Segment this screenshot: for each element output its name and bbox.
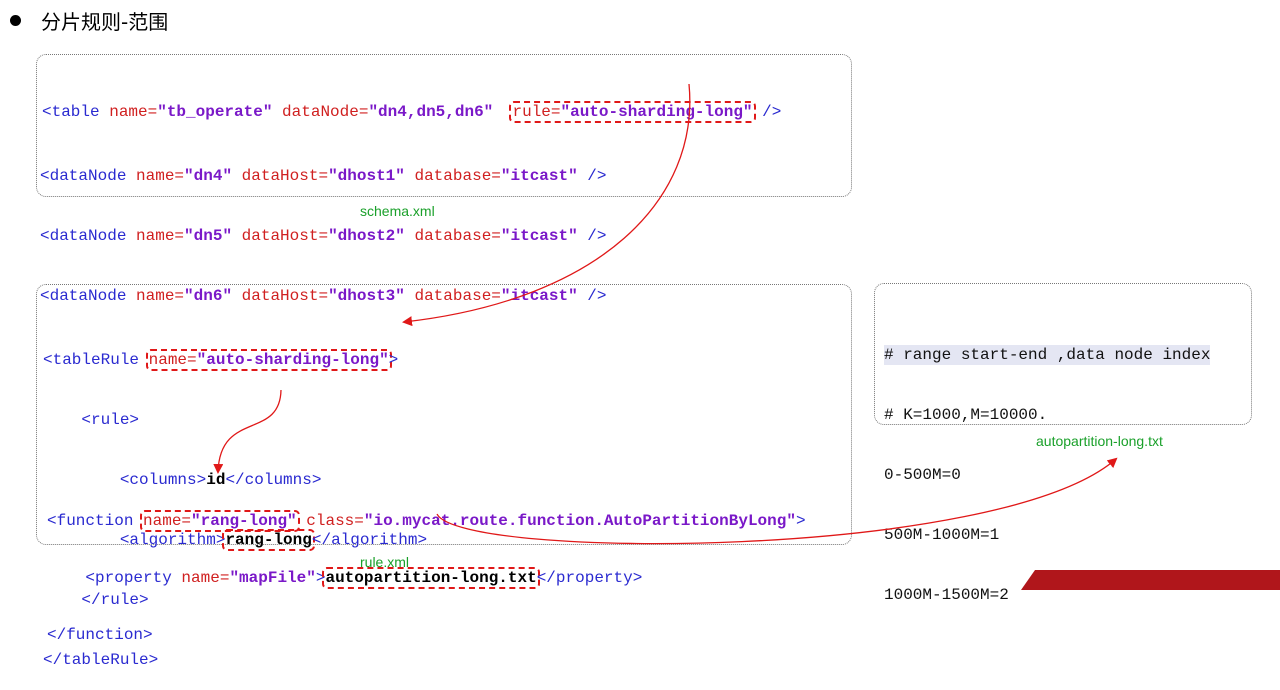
code-token: /> <box>577 167 607 185</box>
bullet-icon <box>10 14 21 26</box>
code-token: "dn4" <box>184 167 233 185</box>
rule-caption: rule.xml <box>360 554 410 570</box>
mapfile-line: 500M-1000M=1 <box>884 526 1000 544</box>
code-token: > <box>795 512 806 530</box>
table-line: <table name="tb_operate" dataNode="dn4,d… <box>42 101 782 123</box>
function-code: <function name="rang-long" class="io.myc… <box>47 474 806 664</box>
code-token: </function> <box>47 626 153 644</box>
code-token: "auto-sharding-long" <box>560 103 753 121</box>
code-token: name= <box>99 103 158 121</box>
code-token: <property <box>85 569 182 587</box>
code-token: class= <box>296 512 364 530</box>
code-token: autopartition-long.txt <box>325 569 537 587</box>
mapfile-caption: autopartition-long.txt <box>1036 433 1163 449</box>
mapfile-highlight: autopartition-long.txt <box>322 567 540 589</box>
code-token: database= <box>404 167 501 185</box>
code-token: "dhost2" <box>328 227 405 245</box>
code-token: /> <box>577 227 607 245</box>
code-token: <function <box>47 512 144 530</box>
code-token: <dataNode <box>40 227 127 245</box>
code-token: /> <box>752 103 782 121</box>
function-open-line: <function name="rang-long" class="io.myc… <box>47 510 806 532</box>
mapfile-line: # range start-end ,data node index <box>884 345 1211 365</box>
code-token: <rule> <box>81 411 140 429</box>
code-token: > <box>388 351 399 369</box>
code-token: "itcast" <box>500 167 578 185</box>
code-token: <dataNode <box>40 167 127 185</box>
code-token: "itcast" <box>500 227 578 245</box>
code-token: name= <box>126 227 185 245</box>
function-close-line: </function> <box>47 626 806 645</box>
code-token: "dhost1" <box>328 167 405 185</box>
mapfile-line: 0-500M=0 <box>884 466 961 484</box>
code-token: "auto-sharding-long" <box>196 351 389 369</box>
schema-caption: schema.xml <box>360 203 435 219</box>
rule-open-line: <rule> <box>43 410 427 430</box>
code-token: "io.mycat.route.function.AutoPartitionBy… <box>363 512 796 530</box>
code-token: name= <box>148 351 197 369</box>
function-name-highlight: name="rang-long" <box>140 510 300 532</box>
code-token: "mapFile" <box>229 569 316 587</box>
slide-title: 分片规则-范围 <box>41 9 169 34</box>
code-token: <tableRule <box>43 351 149 369</box>
slide-title-row: 分片规则-范围 <box>10 6 168 34</box>
code-token: dataHost= <box>232 167 329 185</box>
tablerule-open-line: <tableRule name="auto-sharding-long"> <box>43 349 427 371</box>
code-token: database= <box>404 227 501 245</box>
code-token: "dn5" <box>184 227 233 245</box>
code-token: <table <box>42 103 100 121</box>
datanode-line: <dataNode name="dn4" dataHost="dhost1" d… <box>40 166 607 186</box>
code-token: "tb_operate" <box>157 103 273 121</box>
code-token: </property> <box>536 569 643 587</box>
code-token: "dn4,dn5,dn6" <box>368 103 494 121</box>
code-token: name= <box>126 167 185 185</box>
code-token: dataNode= <box>272 103 369 121</box>
footer-banner <box>1020 570 1280 590</box>
property-line: <property name="mapFile">autopartition-l… <box>47 567 806 589</box>
code-token: "rang-long" <box>191 512 297 530</box>
datanode-line: <dataNode name="dn5" dataHost="dhost2" d… <box>40 226 607 246</box>
code-token: name= <box>181 569 230 587</box>
mapfile-line: # K=1000,M=10000. <box>884 406 1048 424</box>
code-token: rule= <box>512 103 561 121</box>
tablerule-name-highlight: name="auto-sharding-long" <box>145 349 392 371</box>
code-token: dataHost= <box>232 227 329 245</box>
rule-attr-highlight: rule="auto-sharding-long" <box>509 101 756 123</box>
code-token: name= <box>143 512 192 530</box>
